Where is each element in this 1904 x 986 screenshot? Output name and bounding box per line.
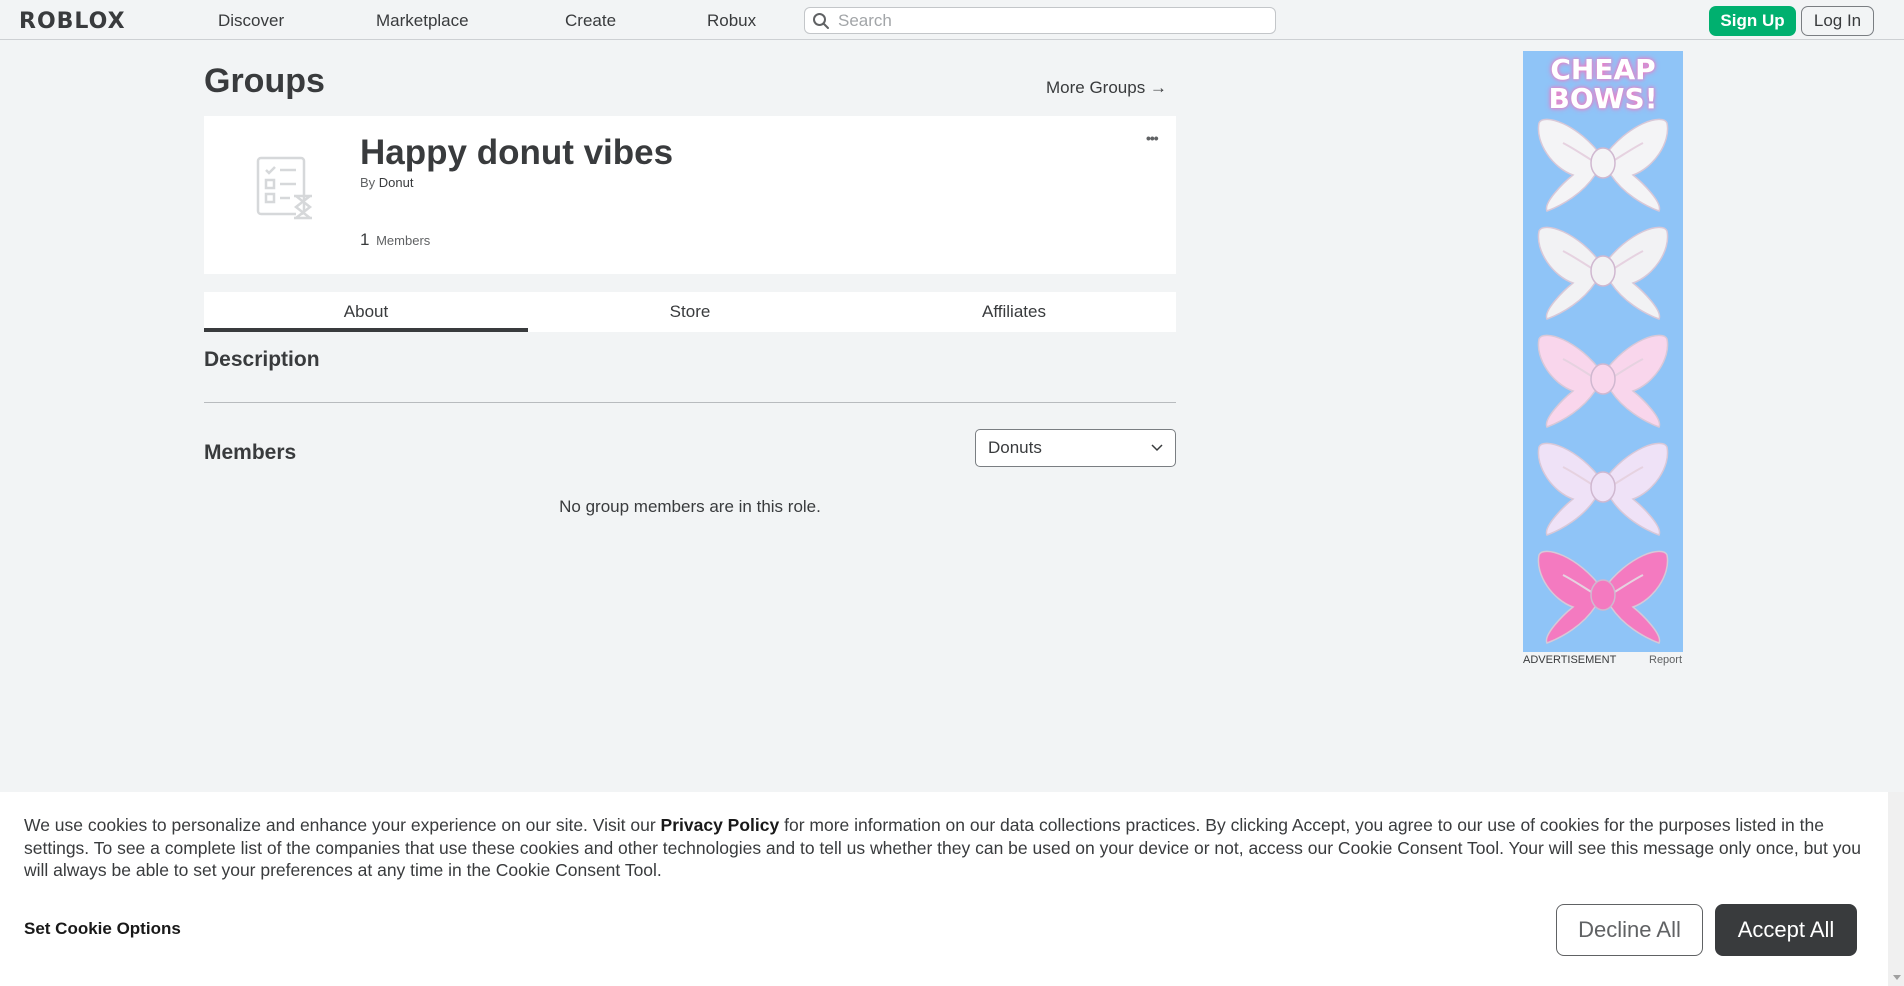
nav-create[interactable]: Create <box>565 11 616 31</box>
roblox-logo[interactable]: ROBLOX <box>19 9 126 34</box>
member-count: 1 Members <box>360 230 430 250</box>
page-scrollbar[interactable] <box>1888 792 1904 986</box>
member-count-number: 1 <box>360 230 370 249</box>
cookie-text-intro: We use cookies to personalize and enhanc… <box>24 815 661 835</box>
sign-up-button[interactable]: Sign Up <box>1709 6 1796 36</box>
scroll-down-arrow-icon[interactable] <box>1893 975 1901 980</box>
bow-image <box>1537 442 1669 536</box>
tab-affiliates[interactable]: Affiliates <box>852 292 1176 332</box>
more-groups-link[interactable]: More Groups → <box>1046 78 1167 98</box>
cookie-consent-banner: We use cookies to personalize and enhanc… <box>0 792 1888 986</box>
cookie-message: We use cookies to personalize and enhanc… <box>24 814 1874 882</box>
page-title: Groups <box>204 62 325 100</box>
by-label: By <box>360 175 376 190</box>
search-box[interactable] <box>804 7 1276 34</box>
group-owner-link[interactable]: Donut <box>379 175 414 190</box>
nav-marketplace[interactable]: Marketplace <box>376 11 469 31</box>
members-heading: Members <box>204 441 297 464</box>
tab-about[interactable]: About <box>204 292 528 332</box>
advertisement-banner[interactable]: CHEAP BOWS! <box>1523 51 1683 652</box>
more-options-icon[interactable]: ••• <box>1146 130 1159 146</box>
group-placeholder-icon <box>256 156 316 225</box>
role-dropdown[interactable]: Donuts <box>975 429 1176 467</box>
advertisement-label: ADVERTISEMENT <box>1523 654 1617 666</box>
group-owner-line: By Donut <box>360 175 414 190</box>
log-in-button[interactable]: Log In <box>1801 6 1874 36</box>
empty-members-message: No group members are in this role. <box>559 497 821 516</box>
ad-headline-line2: BOWS! <box>1548 82 1658 115</box>
section-divider <box>204 402 1176 403</box>
member-count-label: Members <box>376 233 431 248</box>
decline-all-button[interactable]: Decline All <box>1556 904 1703 956</box>
set-cookie-options-link[interactable]: Set Cookie Options <box>24 919 181 939</box>
ad-headline: CHEAP BOWS! <box>1523 55 1683 113</box>
accept-all-button[interactable]: Accept All <box>1715 904 1857 956</box>
top-navigation-bar: ROBLOX Discover Marketplace Create Robux… <box>0 0 1904 40</box>
tab-store[interactable]: Store <box>528 292 852 332</box>
role-dropdown-value: Donuts <box>988 438 1042 457</box>
description-heading: Description <box>204 348 320 371</box>
bow-image <box>1537 226 1669 320</box>
chevron-down-icon <box>1151 444 1163 452</box>
bow-image <box>1537 550 1669 644</box>
bow-image <box>1537 334 1669 428</box>
report-ad-link[interactable]: Report <box>1649 654 1682 666</box>
search-input[interactable] <box>838 10 1258 31</box>
search-icon <box>813 12 829 29</box>
bow-image <box>1537 118 1669 212</box>
group-tabs: About Store Affiliates <box>204 292 1176 332</box>
group-name: Happy donut vibes <box>360 133 674 172</box>
group-header-card: Happy donut vibes By Donut 1 Members ••• <box>204 116 1176 274</box>
privacy-policy-link[interactable]: Privacy Policy <box>661 815 780 835</box>
nav-robux[interactable]: Robux <box>707 11 756 31</box>
ad-headline-line1: CHEAP <box>1550 53 1656 86</box>
nav-discover[interactable]: Discover <box>218 11 284 31</box>
